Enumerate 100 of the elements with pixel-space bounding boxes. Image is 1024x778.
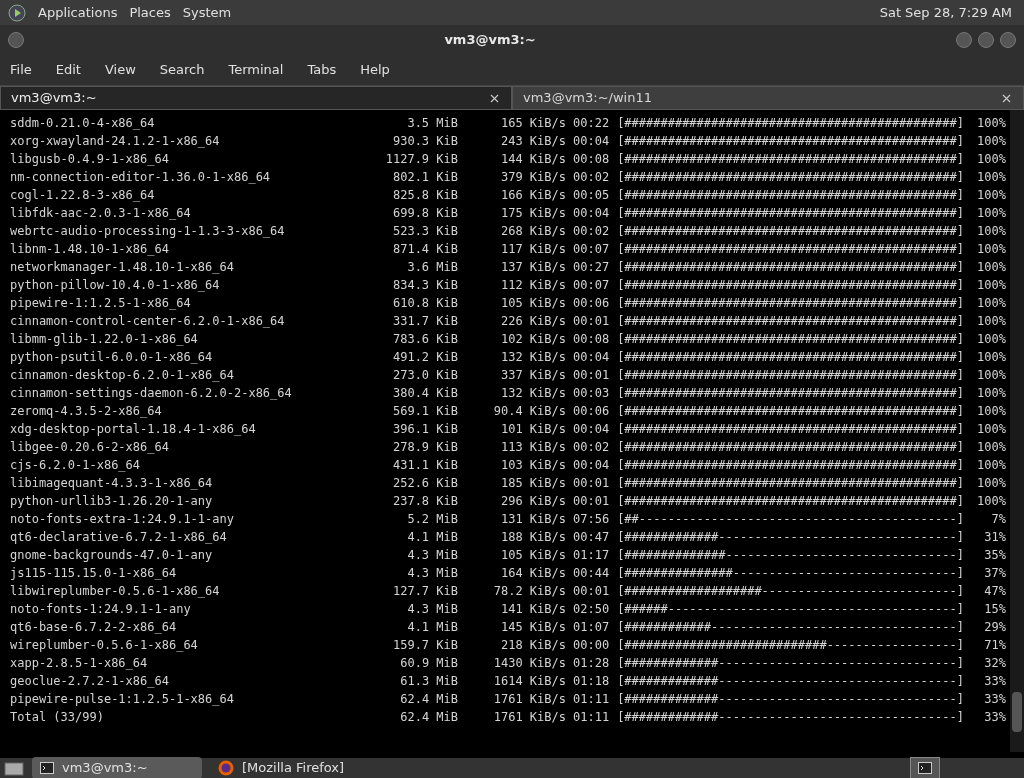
- download-speed: 103 KiB/s: [499, 457, 566, 474]
- menu-item[interactable]: Terminal: [228, 60, 284, 80]
- download-speed: 166 KiB/s: [499, 187, 566, 204]
- workspace-switcher[interactable]: [910, 757, 940, 778]
- menu-item[interactable]: View: [104, 60, 136, 80]
- download-speed: 113 KiB/s: [499, 439, 566, 456]
- package-name: python-pillow-10.4.0-1-x86_64: [10, 277, 221, 294]
- package-size: 699.8 KiB: [391, 205, 458, 222]
- time-remaining: 00:22: [573, 115, 610, 132]
- close-button[interactable]: [1000, 32, 1016, 48]
- package-name: libwireplumber-0.5.6-1-x86_64: [10, 583, 221, 600]
- download-speed: 105 KiB/s: [499, 547, 566, 564]
- menu-item[interactable]: Edit: [55, 60, 81, 80]
- progress-bar-text: [##############################################]: [617, 133, 964, 150]
- download-speed: 1761 KiB/s: [492, 709, 566, 726]
- percent: 100%: [976, 169, 1006, 186]
- download-speed: 112 KiB/s: [499, 277, 566, 294]
- package-name: cogl-1.22.8-3-x86_64: [10, 187, 156, 204]
- tab[interactable]: vm3@vm3:~: [0, 86, 512, 110]
- menu-item[interactable]: Search: [159, 60, 205, 80]
- package-name: python-urllib3-1.26.20-1-any: [10, 493, 214, 510]
- package-name: libgee-0.20.6-2-x86_64: [10, 439, 170, 456]
- package-size: 523.3 KiB: [391, 223, 458, 240]
- package-size: 62.4 MiB: [399, 691, 458, 708]
- progress-bar-text: [##############################################]: [617, 295, 964, 312]
- package-name: noto-fonts-1:24.9.1-1-any: [10, 601, 192, 618]
- progress-bar-text: [##############################################]: [617, 313, 964, 330]
- play-icon[interactable]: [8, 3, 26, 22]
- progress-bar-text: [#############---------------------------------]: [617, 709, 964, 726]
- window-menu-icon[interactable]: [8, 32, 24, 48]
- percent: 37%: [983, 565, 1006, 582]
- taskbar-button[interactable]: [Mozilla Firefox]: [210, 757, 380, 778]
- download-speed: 226 KiB/s: [499, 313, 566, 330]
- minimize-button[interactable]: [956, 32, 972, 48]
- progress-bar-text: [##############################################]: [617, 277, 964, 294]
- time-remaining: 00:01: [573, 313, 610, 330]
- package-size: 930.3 KiB: [391, 133, 458, 150]
- progress-bar-text: [##############################################]: [617, 439, 964, 456]
- panel-menu[interactable]: Applications: [38, 2, 118, 23]
- panel-menu[interactable]: System: [182, 2, 232, 23]
- desktop-icon[interactable]: [4, 760, 24, 776]
- package-name: python-psutil-6.0.0-1-x86_64: [10, 349, 214, 366]
- download-speed: 379 KiB/s: [499, 169, 566, 186]
- progress-bar-text: [##############################################]: [617, 205, 964, 222]
- package-name: wireplumber-0.5.6-1-x86_64: [10, 637, 199, 654]
- percent: 32%: [983, 655, 1006, 672]
- progress-bar-text: [##############################################]: [617, 421, 964, 438]
- percent: 100%: [976, 295, 1006, 312]
- menu-item[interactable]: Tabs: [307, 60, 337, 80]
- time-remaining: 00:02: [573, 439, 610, 456]
- package-name: cinnamon-desktop-6.2.0-1-x86_64: [10, 367, 235, 384]
- globe-icon: [218, 760, 234, 776]
- scrollbar[interactable]: [1010, 110, 1024, 752]
- progress-bar-text: [##############################################]: [617, 331, 964, 348]
- percent: 100%: [976, 331, 1006, 348]
- taskbar-button[interactable]: vm3@vm3:~: [32, 757, 202, 778]
- time-remaining: 00:04: [573, 421, 610, 438]
- menu-item[interactable]: Help: [360, 60, 390, 80]
- package-name: Total (33/99): [10, 709, 105, 726]
- package-name: networkmanager-1.48.10-1-x86_64: [10, 259, 235, 276]
- progress-bar-text: [#############---------------------------------]: [617, 691, 964, 708]
- menu-item[interactable]: File: [10, 60, 32, 80]
- progress-bar-text: [##############################################]: [617, 187, 964, 204]
- percent: 100%: [976, 205, 1006, 222]
- package-size: 802.1 KiB: [391, 169, 458, 186]
- package-name: pipewire-1:1.2.5-1-x86_64: [10, 295, 192, 312]
- package-size: 4.3 MiB: [406, 547, 458, 564]
- percent: 100%: [976, 115, 1006, 132]
- download-speed: 145 KiB/s: [499, 619, 566, 636]
- time-remaining: 01:07: [573, 619, 610, 636]
- download-speed: 1430 KiB/s: [492, 655, 566, 672]
- time-remaining: 00:08: [573, 331, 610, 348]
- time-remaining: 02:50: [573, 601, 610, 618]
- package-name: sddm-0.21.0-4-x86_64: [10, 115, 156, 132]
- progress-bar-text: [##############################################]: [617, 493, 964, 510]
- panel-menu[interactable]: Places: [129, 2, 171, 23]
- maximize-button[interactable]: [978, 32, 994, 48]
- package-size: 380.4 KiB: [391, 385, 458, 402]
- package-size: 491.2 KiB: [391, 349, 458, 366]
- progress-bar-text: [##--------------------------------------------]: [617, 511, 964, 528]
- percent: 33%: [983, 691, 1006, 708]
- progress-bar-text: [#############---------------------------------]: [617, 655, 964, 672]
- package-size: 1127.9 KiB: [384, 151, 458, 168]
- download-speed: 132 KiB/s: [499, 349, 566, 366]
- time-remaining: 00:05: [573, 187, 610, 204]
- download-speed: 78.2 KiB/s: [492, 583, 566, 600]
- percent: 31%: [983, 529, 1006, 546]
- package-size: 278.9 KiB: [391, 439, 458, 456]
- package-size: 62.4 MiB: [399, 709, 458, 726]
- progress-bar-text: [######----------------------------------------]: [617, 601, 964, 618]
- tab[interactable]: vm3@vm3:~/win11: [512, 86, 1024, 110]
- percent: 100%: [976, 367, 1006, 384]
- package-size: 61.3 MiB: [399, 673, 458, 690]
- progress-bar-text: [##############################################]: [617, 385, 964, 402]
- download-speed: 165 KiB/s: [499, 115, 566, 132]
- progress-bar-text: [##############--------------------------------]: [617, 547, 964, 564]
- clock[interactable]: Sat Sep 28, 7:29 AM: [879, 2, 1016, 23]
- progress-bar-text: [###################---------------------------]: [617, 583, 964, 600]
- package-size: 396.1 KiB: [391, 421, 458, 438]
- package-size: 237.8 KiB: [391, 493, 458, 510]
